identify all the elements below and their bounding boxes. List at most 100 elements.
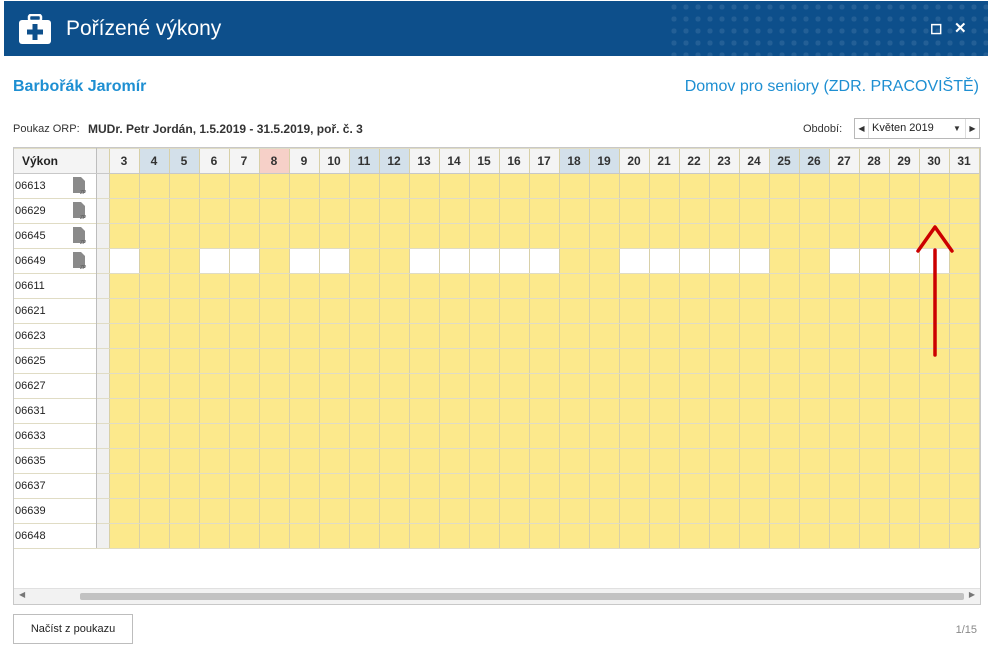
day-cell[interactable] (709, 298, 739, 323)
day-cell[interactable] (739, 423, 769, 448)
day-cell[interactable] (859, 523, 889, 548)
day-cell[interactable] (139, 273, 169, 298)
day-cell[interactable] (319, 398, 349, 423)
day-cell[interactable] (739, 173, 769, 198)
day-cell[interactable] (589, 198, 619, 223)
day-cell[interactable] (259, 298, 289, 323)
day-cell[interactable] (679, 173, 709, 198)
day-cell[interactable] (229, 198, 259, 223)
day-cell[interactable] (349, 348, 379, 373)
day-cell[interactable] (319, 298, 349, 323)
day-cell[interactable] (589, 273, 619, 298)
day-cell[interactable] (199, 248, 229, 273)
day-cell[interactable] (589, 248, 619, 273)
day-cell[interactable] (949, 498, 979, 523)
day-cell[interactable] (529, 523, 559, 548)
day-cell[interactable] (469, 223, 499, 248)
day-cell[interactable] (349, 273, 379, 298)
day-cell[interactable] (529, 448, 559, 473)
day-cell[interactable] (289, 248, 319, 273)
day-cell[interactable] (619, 473, 649, 498)
day-cell[interactable] (259, 273, 289, 298)
day-cell[interactable] (619, 173, 649, 198)
day-cell[interactable] (589, 348, 619, 373)
day-cell[interactable] (709, 248, 739, 273)
day-cell[interactable] (109, 223, 139, 248)
day-cell[interactable] (229, 398, 259, 423)
day-cell[interactable] (709, 348, 739, 373)
day-cell[interactable] (649, 498, 679, 523)
day-cell[interactable] (139, 523, 169, 548)
day-cell[interactable] (679, 198, 709, 223)
day-cell[interactable] (859, 423, 889, 448)
day-cell[interactable] (439, 298, 469, 323)
day-cell[interactable] (109, 198, 139, 223)
day-cell[interactable] (859, 373, 889, 398)
day-cell[interactable] (439, 498, 469, 523)
day-cell[interactable] (439, 173, 469, 198)
day-cell[interactable] (199, 348, 229, 373)
day-cell[interactable] (829, 323, 859, 348)
day-cell[interactable] (529, 348, 559, 373)
day-cell[interactable] (889, 473, 919, 498)
day-cell[interactable] (529, 498, 559, 523)
day-cell[interactable] (649, 323, 679, 348)
day-cell[interactable] (709, 323, 739, 348)
day-cell[interactable] (589, 298, 619, 323)
day-cell[interactable] (229, 523, 259, 548)
day-cell[interactable] (289, 348, 319, 373)
day-cell[interactable] (859, 223, 889, 248)
day-cell[interactable] (499, 373, 529, 398)
day-cell[interactable] (559, 373, 589, 398)
day-cell[interactable] (619, 373, 649, 398)
day-cell[interactable] (589, 223, 619, 248)
day-cell[interactable] (769, 248, 799, 273)
day-cell[interactable] (799, 373, 829, 398)
day-cell[interactable] (289, 398, 319, 423)
day-cell[interactable] (739, 373, 769, 398)
day-cell[interactable] (379, 248, 409, 273)
day-cell[interactable] (559, 423, 589, 448)
day-cell[interactable] (169, 223, 199, 248)
day-cell[interactable] (379, 198, 409, 223)
day-cell[interactable] (469, 473, 499, 498)
day-cell[interactable] (619, 323, 649, 348)
day-cell[interactable] (739, 523, 769, 548)
day-cell[interactable] (169, 523, 199, 548)
day-cell[interactable] (229, 323, 259, 348)
day-cell[interactable] (439, 323, 469, 348)
day-cell[interactable] (139, 198, 169, 223)
day-cell[interactable] (559, 223, 589, 248)
day-cell[interactable] (589, 423, 619, 448)
day-cell[interactable] (799, 323, 829, 348)
day-cell[interactable] (169, 348, 199, 373)
day-cell[interactable] (169, 498, 199, 523)
day-cell[interactable] (709, 398, 739, 423)
day-cell[interactable] (289, 273, 319, 298)
day-cell[interactable] (889, 423, 919, 448)
day-cell[interactable] (169, 248, 199, 273)
day-cell[interactable] (379, 223, 409, 248)
day-cell[interactable] (649, 223, 679, 248)
day-cell[interactable] (799, 298, 829, 323)
day-cell[interactable] (589, 523, 619, 548)
day-cell[interactable] (709, 473, 739, 498)
day-cell[interactable] (619, 448, 649, 473)
day-cell[interactable] (379, 373, 409, 398)
day-cell[interactable] (469, 323, 499, 348)
day-cell[interactable] (289, 223, 319, 248)
day-cell[interactable] (739, 448, 769, 473)
close-icon[interactable]: ✕ (954, 19, 967, 37)
day-cell[interactable] (889, 498, 919, 523)
day-cell[interactable] (169, 373, 199, 398)
day-cell[interactable] (319, 273, 349, 298)
day-cell[interactable] (559, 298, 589, 323)
day-cell[interactable] (859, 448, 889, 473)
day-cell[interactable] (319, 473, 349, 498)
day-cell[interactable] (379, 498, 409, 523)
day-cell[interactable] (769, 373, 799, 398)
day-cell[interactable] (199, 523, 229, 548)
day-cell[interactable] (499, 398, 529, 423)
day-cell[interactable] (949, 398, 979, 423)
day-cell[interactable] (379, 348, 409, 373)
